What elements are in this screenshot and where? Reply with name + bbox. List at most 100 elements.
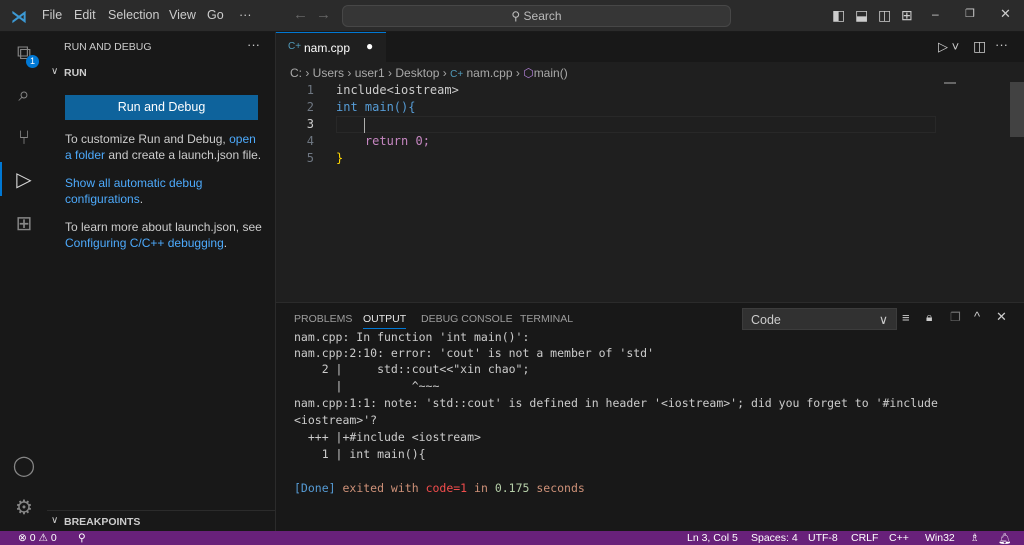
code-line: include<iostream> xyxy=(336,83,459,97)
menu-view[interactable]: View xyxy=(169,8,196,22)
search-label: Search xyxy=(523,9,562,23)
minimap[interactable] xyxy=(944,82,956,87)
line-number: 3 xyxy=(306,117,314,131)
source-control-icon[interactable]: ⑂ xyxy=(12,126,36,150)
indentation[interactable]: Spaces: 4 xyxy=(751,532,798,544)
sidebar: RUN AND DEBUG ··· ∨ RUN Run and Debug To… xyxy=(47,32,276,531)
text: To customize Run and Debug, xyxy=(65,132,230,146)
done-tag: [Done] xyxy=(294,481,336,495)
close-panel-icon[interactable]: ✕ xyxy=(996,309,1007,325)
output-line: nam.cpp:2:10: error: 'cout' is not a mem… xyxy=(294,346,655,360)
breadcrumb-item[interactable]: C: xyxy=(290,66,302,80)
maximize-panel-icon[interactable]: ^ xyxy=(974,309,980,324)
menu-go[interactable]: Go xyxy=(207,8,224,22)
scrollbar[interactable] xyxy=(1010,82,1024,137)
account-icon[interactable]: ◯ xyxy=(12,454,36,478)
breadcrumb-item[interactable]: nam.cpp xyxy=(467,66,513,80)
line-number: 2 xyxy=(306,100,314,114)
clear-output-icon[interactable]: ≡ xyxy=(902,310,910,325)
line-number: 1 xyxy=(306,83,314,97)
chevron-down-icon: ∨ xyxy=(878,313,888,327)
chevron-down-icon[interactable]: ∨ xyxy=(51,515,58,526)
forward-arrow-icon[interactable]: → xyxy=(316,6,331,23)
tab-debug-console[interactable]: DEBUG CONSOLE xyxy=(421,313,513,325)
run-debug-icon[interactable]: ▷ xyxy=(12,168,36,192)
tab-problems[interactable]: PROBLEMS xyxy=(294,313,352,325)
code-editor[interactable]: C: › Users › user1 › Desktop › C+ nam.cp… xyxy=(276,62,1024,302)
selected-channel: Code xyxy=(751,313,781,327)
line-ending[interactable]: CRLF xyxy=(851,532,878,544)
customize-text: To customize Run and Debug, open a folde… xyxy=(65,131,265,163)
output-line: nam.cpp:1:1: note: 'std::cout' is define… xyxy=(294,396,938,410)
minimize-icon[interactable]: – xyxy=(932,7,939,21)
text: . xyxy=(223,236,228,250)
automatic-debug-text: Show all automatic debug configurations. xyxy=(65,175,265,207)
status-bar: ⊗ 0 ⚠ 0 ⚲ Ln 3, Col 5 Spaces: 4 UTF-8 CR… xyxy=(0,531,1024,545)
done-line: [Done] exited with code=1 in 0.175 secon… xyxy=(294,481,585,495)
exit-code: code=1 xyxy=(425,481,468,495)
cpp-file-icon: C+ xyxy=(450,69,464,80)
current-line-highlight xyxy=(336,116,936,133)
close-icon[interactable]: ✕ xyxy=(1000,6,1011,22)
cpp-file-icon: C+ xyxy=(288,41,302,52)
configuring-debugging-link[interactable]: Configuring C/C++ debugging xyxy=(65,236,224,250)
breadcrumb-item[interactable]: Desktop xyxy=(395,66,439,80)
settings-gear-icon[interactable]: ⚙ xyxy=(12,496,36,520)
tab-nam-cpp[interactable]: C+ nam.cpp ● xyxy=(276,32,386,62)
divider xyxy=(47,510,276,511)
tab-output[interactable]: OUTPUT xyxy=(363,313,407,329)
unsaved-dot-icon[interactable]: ● xyxy=(366,39,373,53)
code-line: int main(){ xyxy=(336,100,416,114)
text: in xyxy=(467,481,495,495)
run-and-debug-button[interactable]: Run and Debug xyxy=(65,95,258,120)
encoding[interactable]: UTF-8 xyxy=(808,532,838,544)
menu-selection[interactable]: Selection xyxy=(108,8,159,22)
run-section-header[interactable]: RUN xyxy=(64,67,87,79)
code-line: } xyxy=(336,151,344,165)
toggle-panel-icon[interactable]: ⬓ xyxy=(855,7,868,24)
more-actions-icon[interactable]: ··· xyxy=(247,37,260,52)
search-icon[interactable]: ⌕ xyxy=(12,83,36,107)
restore-icon[interactable]: ❐ xyxy=(965,7,975,20)
code-line: return 0; xyxy=(336,134,430,148)
more-actions-icon[interactable]: ··· xyxy=(995,37,1008,52)
breadcrumb-item[interactable]: main() xyxy=(534,66,568,80)
run-file-icon[interactable]: ▷ ˅ xyxy=(938,39,959,55)
debug-icon[interactable]: ⚲ xyxy=(78,532,86,544)
split-editor-icon[interactable]: ◫ xyxy=(973,38,986,55)
explorer-badge: 1 xyxy=(26,55,39,68)
breadcrumb-item[interactable]: Users xyxy=(313,66,344,80)
chevron-down-icon[interactable]: ∨ xyxy=(51,66,58,77)
text: exited with xyxy=(335,481,426,495)
extensions-icon[interactable]: ⊞ xyxy=(12,212,36,236)
toggle-sidebar-icon[interactable]: ◧ xyxy=(832,7,845,24)
cursor-position[interactable]: Ln 3, Col 5 xyxy=(687,532,738,544)
menu-edit[interactable]: Edit xyxy=(74,8,96,22)
active-indicator xyxy=(0,162,2,196)
breakpoints-section-header[interactable]: BREAKPOINTS xyxy=(64,516,140,528)
tab-terminal[interactable]: TERMINAL xyxy=(520,313,573,325)
open-editor-icon[interactable]: ❐ xyxy=(950,310,961,324)
lock-scroll-icon[interactable]: 🔒︎ xyxy=(926,310,932,325)
toggle-secondary-sidebar-icon[interactable]: ◫ xyxy=(878,7,891,24)
menu-more[interactable]: ··· xyxy=(239,8,252,22)
problems-status[interactable]: ⊗ 0 ⚠ 0 xyxy=(18,532,57,544)
notifications-bell-icon[interactable]: 🔔︎ xyxy=(998,532,1011,545)
show-automatic-debug-link[interactable]: Show all automatic debug configurations xyxy=(65,176,202,206)
output-line: | ^~~~ xyxy=(294,379,440,393)
feedback-icon[interactable]: ♗ xyxy=(970,532,979,544)
learn-more-text: To learn more about launch.json, see Con… xyxy=(65,219,265,251)
menu-file[interactable]: File xyxy=(42,8,62,22)
warning-count: 0 xyxy=(50,532,57,544)
error-count: 0 xyxy=(29,532,36,544)
sidebar-title: RUN AND DEBUG xyxy=(64,41,152,53)
language-mode[interactable]: C++ xyxy=(889,532,909,544)
platform[interactable]: Win32 xyxy=(925,532,955,544)
customize-layout-icon[interactable]: ⊞ xyxy=(901,7,913,24)
activity-bar: ⧉ 1 ⌕ ⑂ ▷ ⊞ ◯ ⚙ xyxy=(0,32,47,531)
editor-tabs: C+ nam.cpp ● ▷ ˅ ◫ ··· xyxy=(276,32,1024,62)
back-arrow-icon[interactable]: ← xyxy=(293,6,308,23)
search-box[interactable]: ⚲ Search xyxy=(342,5,731,27)
breadcrumb-item[interactable]: user1 xyxy=(355,66,385,80)
output-channel-select[interactable]: Code ∨ xyxy=(742,308,897,330)
